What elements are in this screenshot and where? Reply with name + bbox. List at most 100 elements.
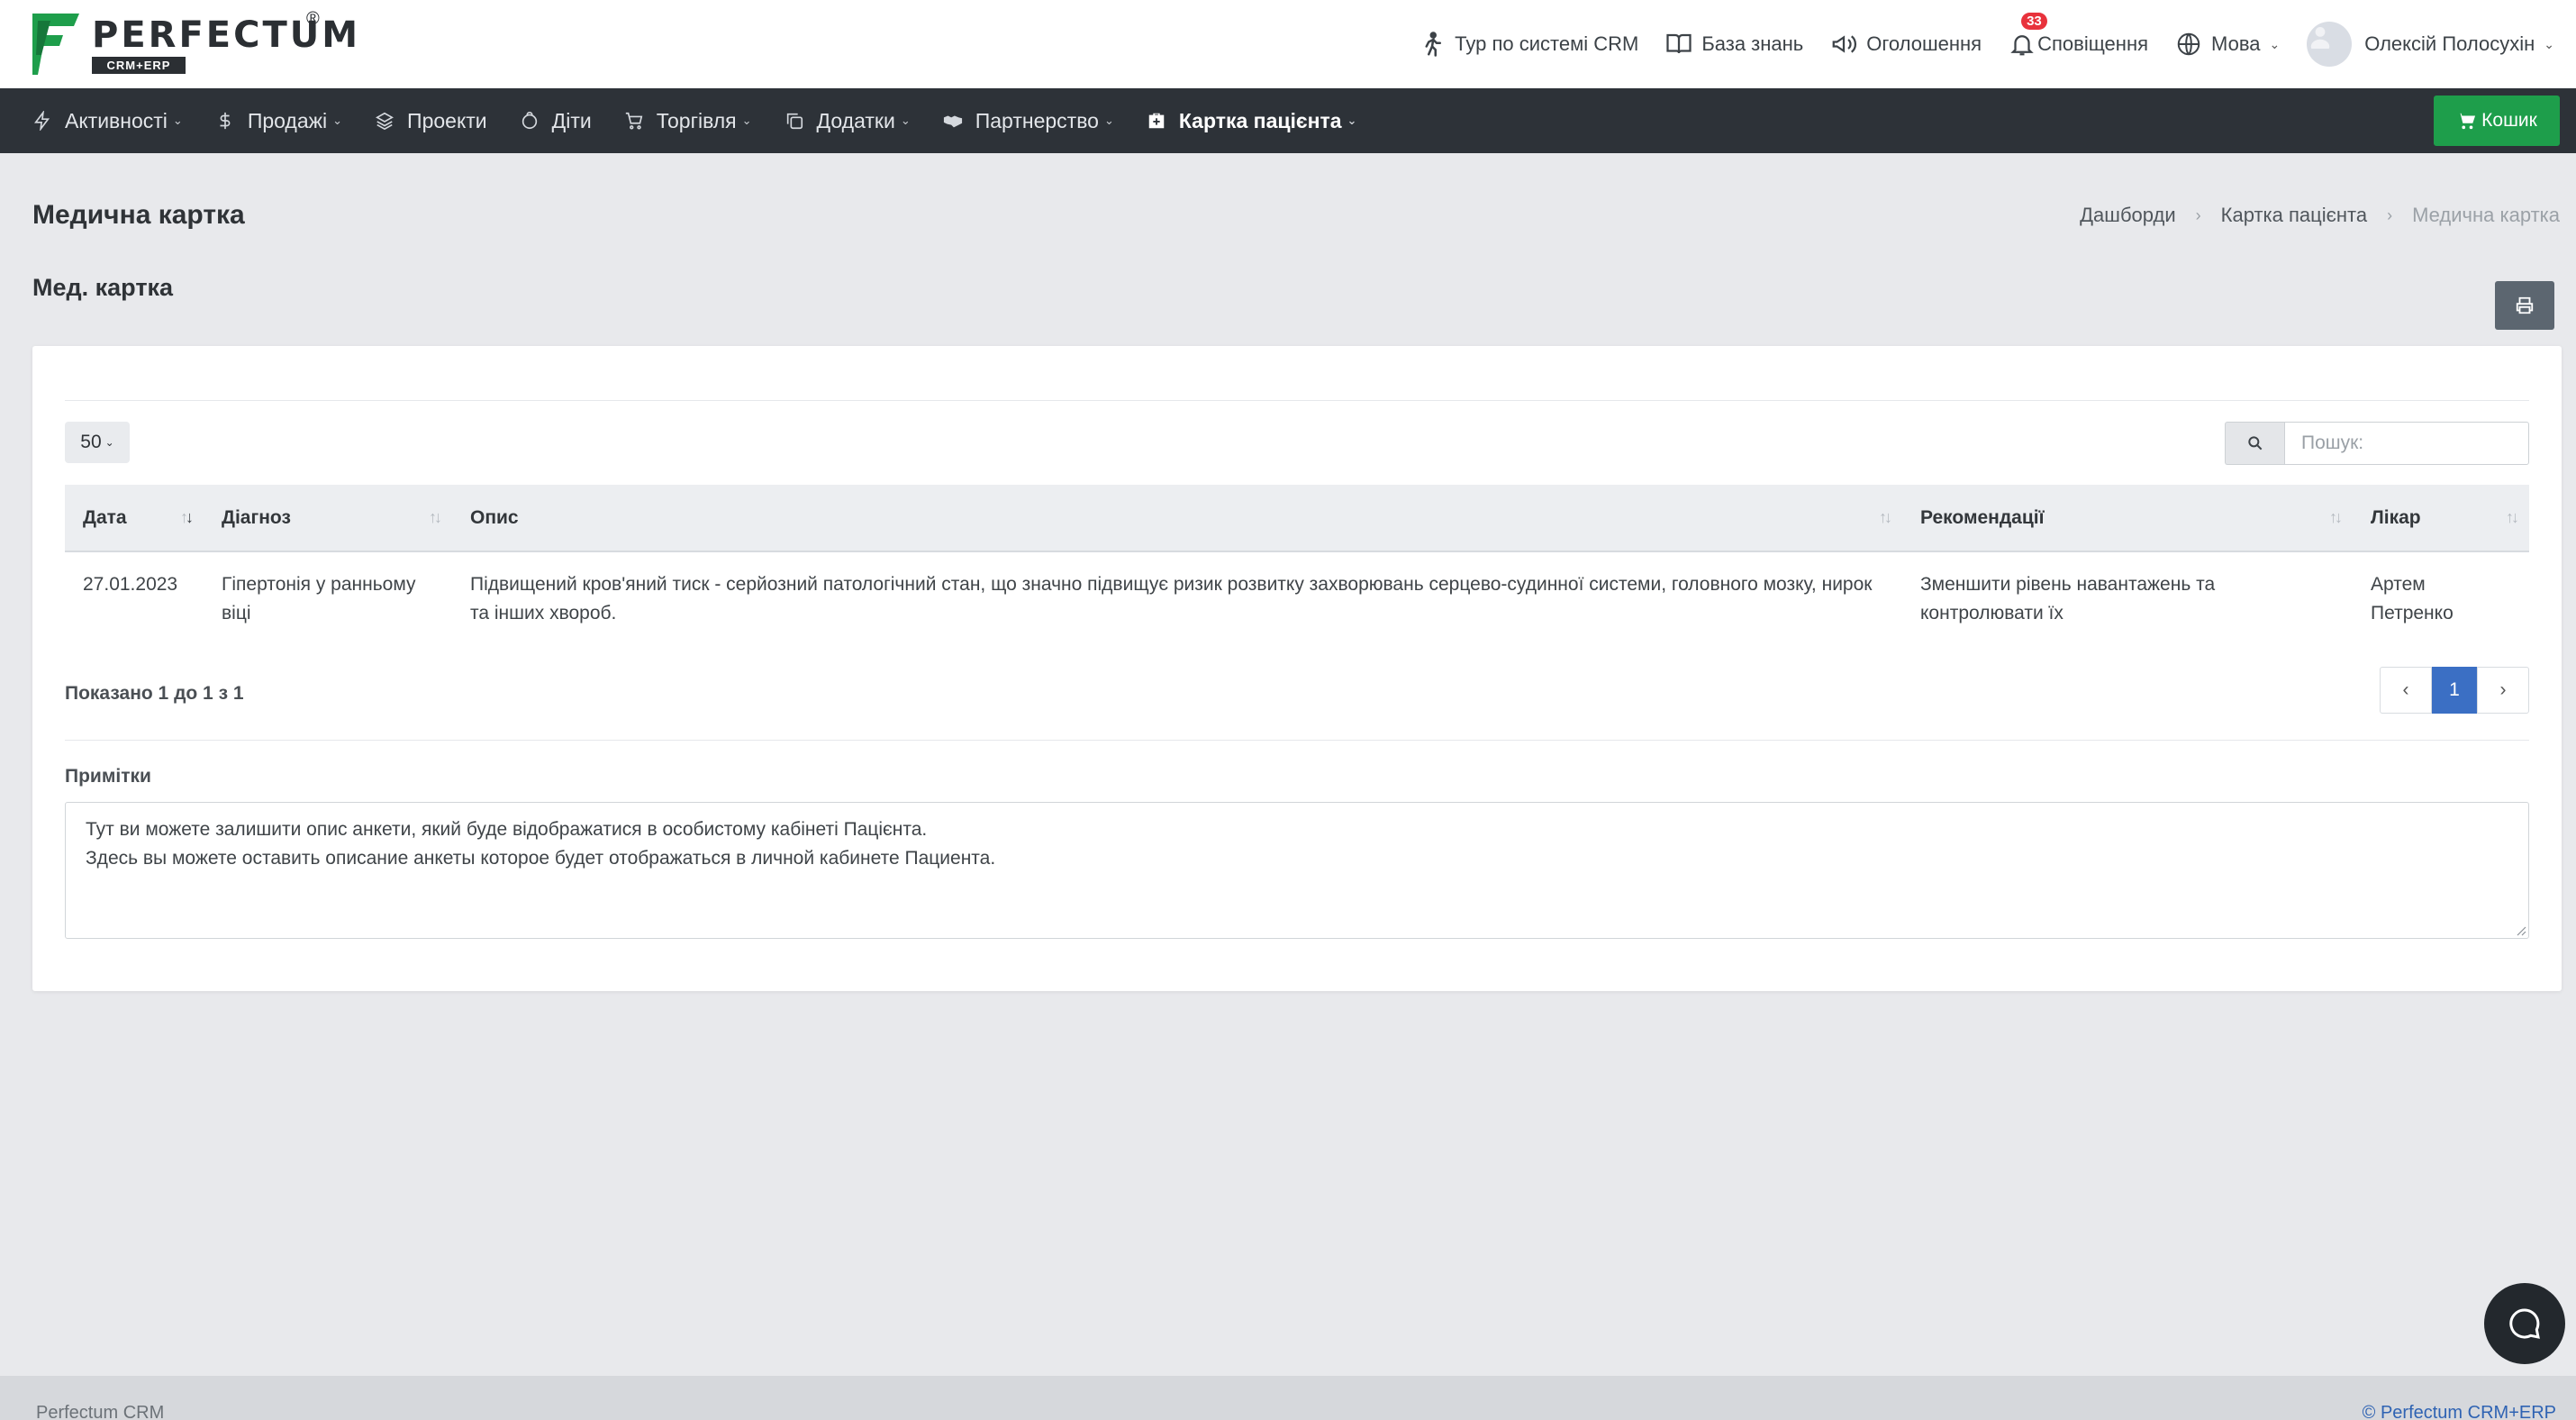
nav-item-projects[interactable]: Проекти xyxy=(375,109,487,133)
section-title: Мед. картка xyxy=(32,274,174,301)
copy-icon xyxy=(786,113,803,130)
cell-recommendations: Зменшити рівень навантажень та контролюв… xyxy=(1920,574,2216,624)
book-icon xyxy=(1666,33,1692,54)
page-title: Медична картка xyxy=(32,200,245,230)
cell-description: Підвищений кров'яний тиск - серйозний па… xyxy=(470,574,1873,624)
crm-tour-label: Тур по системі CRM xyxy=(1455,32,1639,55)
bell-icon xyxy=(2010,35,2034,56)
cart-label: Кошик xyxy=(2481,110,2537,131)
cart-icon xyxy=(625,112,643,130)
chevron-down-icon: ⌄ xyxy=(2269,36,2281,51)
nav-item-children[interactable]: Діти xyxy=(520,109,592,133)
walking-person-icon xyxy=(1425,32,1442,57)
nav-label: Діти xyxy=(551,108,592,132)
previous-page-button[interactable]: ‹ xyxy=(2380,667,2432,714)
nav-item-patient-card[interactable]: Картка пацієнта ⌄ xyxy=(1147,108,1357,133)
table-info: Показано 1 до 1 з 1 xyxy=(65,683,244,704)
announcements-label: Оголошення xyxy=(1866,32,1982,55)
cell-doctor: Артем Петренко xyxy=(2371,574,2454,624)
footer-copyright-link[interactable]: © Perfectum CRM+ERP xyxy=(2363,1403,2556,1420)
chat-button[interactable] xyxy=(2484,1283,2565,1364)
chevron-right-icon: › xyxy=(2387,205,2393,224)
main-navigation: Активності ⌄ Продажі ⌄ Проекти Діти Торг… xyxy=(0,88,2576,153)
search-icon xyxy=(2247,436,2262,451)
column-header-diagnosis[interactable]: Діагноз ↑↓ xyxy=(204,485,452,552)
chevron-down-icon: ⌄ xyxy=(172,114,183,127)
chevron-down-icon: ⌄ xyxy=(332,114,343,127)
chevron-down-icon: ⌄ xyxy=(900,114,911,127)
language-dropdown[interactable]: Мова ⌄ xyxy=(2175,31,2280,58)
column-header-doctor[interactable]: Лікар ↑↓ xyxy=(2353,485,2529,552)
divider xyxy=(65,740,2529,741)
user-name: Олексій Полосухін xyxy=(2364,32,2535,55)
nav-label: Додатки xyxy=(816,108,895,132)
cart-button[interactable]: Кошик xyxy=(2434,96,2560,146)
crm-tour-link[interactable]: Тур по системі CRM xyxy=(1419,31,1638,58)
language-label: Мова xyxy=(2211,32,2261,55)
notes-line: Тут ви можете залишити опис анкети, який… xyxy=(86,819,928,840)
knowledge-base-link[interactable]: База знань xyxy=(1665,31,1803,58)
page-button-current[interactable]: 1 xyxy=(2432,667,2477,714)
nav-item-sales[interactable]: Продажі ⌄ xyxy=(215,109,342,133)
nav-item-trade[interactable]: Торгівля ⌄ xyxy=(624,109,752,133)
notifications-label: Сповіщення xyxy=(2037,32,2149,55)
chevron-right-icon: › xyxy=(2195,205,2201,224)
print-button[interactable] xyxy=(2495,281,2554,330)
resize-handle-icon[interactable] xyxy=(2514,924,2526,936)
sort-icon: ↑↓ xyxy=(2506,508,2519,526)
breadcrumb-item-current: Медична картка xyxy=(2412,204,2560,226)
notifications-link[interactable]: 33 Сповіщення xyxy=(2009,13,2149,58)
nav-label: Продажі xyxy=(247,108,328,132)
table-row[interactable]: 27.01.2023 Гіпертонія у ранньому віці Пі… xyxy=(65,551,2529,646)
nav-item-addons[interactable]: Додатки ⌄ xyxy=(785,109,911,133)
nav-label: Картка пацієнта xyxy=(1178,108,1342,132)
medkit-icon xyxy=(1148,113,1165,129)
knowledge-base-label: База знань xyxy=(1701,32,1804,55)
chevron-down-icon: ⌄ xyxy=(104,436,114,449)
notes-line: Здесь вы можете оставить описание анкеты… xyxy=(86,848,996,869)
cart-icon xyxy=(2457,113,2476,130)
handshake-icon xyxy=(943,115,962,128)
search-input[interactable] xyxy=(2284,422,2529,465)
page-size-select[interactable]: 50 ⌄ xyxy=(65,422,130,463)
printer-icon xyxy=(2516,296,2534,314)
nav-label: Активності xyxy=(65,108,168,132)
chevron-down-icon: ⌄ xyxy=(1103,114,1114,127)
column-header-recommendations[interactable]: Рекомендації ↑↓ xyxy=(1902,485,2353,552)
layers-icon xyxy=(376,112,394,131)
divider xyxy=(65,400,2529,401)
breadcrumb: Дашборди › Картка пацієнта › Медична кар… xyxy=(2080,204,2560,227)
top-header: PERFECTUM CRM+ERP ® Тур по системі CRM Б… xyxy=(0,0,2576,88)
notes-textarea[interactable]: Тут ви можете залишити опис анкети, який… xyxy=(65,802,2529,939)
column-header-description[interactable]: Опис ↑↓ xyxy=(452,485,1902,552)
breadcrumb-item-dashboards[interactable]: Дашборди xyxy=(2080,204,2175,227)
child-icon xyxy=(522,112,537,130)
notifications-count-badge: 33 xyxy=(2021,13,2047,30)
column-header-date[interactable]: Дата ↑↓ xyxy=(65,485,204,552)
pagination: ‹ 1 › xyxy=(2380,667,2529,714)
announcements-link[interactable]: Оголошення xyxy=(1830,31,1982,58)
breadcrumb-item-patient-card[interactable]: Картка пацієнта xyxy=(2221,204,2367,227)
avatar xyxy=(2307,22,2353,67)
medical-card-panel: 50 ⌄ Дата ↑↓ Діагноз ↑↓ Опис ↑↓ xyxy=(32,346,2562,991)
nav-item-activities[interactable]: Активності ⌄ xyxy=(32,109,183,133)
chat-bubble-icon xyxy=(2509,1308,2540,1339)
medical-records-table: Дата ↑↓ Діагноз ↑↓ Опис ↑↓ Рекомендації … xyxy=(65,485,2529,646)
cell-date: 27.01.2023 xyxy=(83,574,178,595)
chevron-down-icon: ⌄ xyxy=(1347,114,1357,127)
footer: Perfectum CRM © Perfectum CRM+ERP xyxy=(0,1376,2576,1420)
globe-icon xyxy=(2177,32,2200,56)
nav-label: Проекти xyxy=(407,108,487,132)
megaphone-icon xyxy=(1832,35,1857,53)
chevron-down-icon: ⌄ xyxy=(741,114,752,127)
bolt-icon xyxy=(34,111,50,131)
search-button[interactable] xyxy=(2225,422,2284,465)
logo-subtitle: CRM+ERP xyxy=(92,56,186,74)
next-page-button[interactable]: › xyxy=(2477,667,2529,714)
dollar-icon xyxy=(220,112,231,130)
nav-item-partnership[interactable]: Партнерство ⌄ xyxy=(943,109,1114,133)
footer-app-name: Perfectum CRM xyxy=(36,1403,165,1420)
user-menu[interactable]: Олексій Полосухін ⌄ xyxy=(2307,22,2554,67)
logo[interactable]: PERFECTUM CRM+ERP ® xyxy=(32,0,360,88)
page-size-value: 50 xyxy=(80,432,102,452)
